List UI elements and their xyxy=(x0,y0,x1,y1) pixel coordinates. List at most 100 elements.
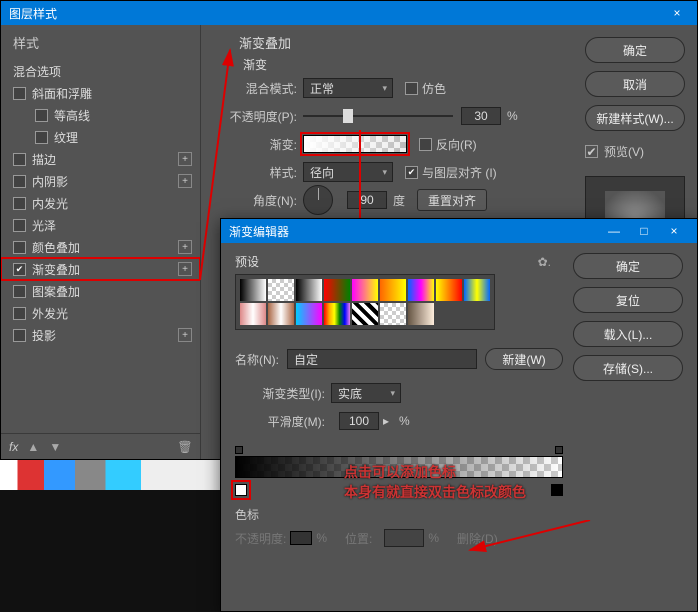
opacity-slider[interactable] xyxy=(303,106,453,126)
color-stop-left[interactable] xyxy=(235,484,247,496)
preset-13[interactable] xyxy=(352,303,378,325)
grad-titlebar[interactable]: 渐变编辑器 — □ × xyxy=(221,219,697,243)
preset-15[interactable] xyxy=(408,303,434,325)
add-icon[interactable]: + xyxy=(178,174,192,188)
angle-dial[interactable] xyxy=(303,185,333,215)
color-stop-right[interactable] xyxy=(551,484,563,496)
name-input[interactable]: 自定 xyxy=(287,349,477,369)
smoothness-label: 平滑度(M): xyxy=(235,413,331,430)
preset-2[interactable] xyxy=(296,279,322,301)
opacity-value[interactable]: 30 xyxy=(461,107,501,125)
gear-icon[interactable]: ✿. xyxy=(538,255,551,269)
blend-mode-select[interactable]: 正常 xyxy=(303,78,393,98)
trash-icon[interactable]: 🗑 xyxy=(178,440,192,454)
preset-14[interactable] xyxy=(380,303,406,325)
opacity-stop-row: 不透明度:% 位置:% 删除(D) xyxy=(235,529,563,547)
dither-checkbox[interactable]: 仿色 xyxy=(405,80,446,97)
preset-11[interactable] xyxy=(296,303,322,325)
new-gradient-button[interactable]: 新建(W) xyxy=(485,348,563,370)
maximize-icon[interactable]: □ xyxy=(629,224,659,238)
preset-4[interactable] xyxy=(352,279,378,301)
checkbox[interactable] xyxy=(13,153,26,166)
checkbox[interactable] xyxy=(13,307,26,320)
checkbox[interactable] xyxy=(13,87,26,100)
grad-load-button[interactable]: 载入(L)... xyxy=(573,321,683,347)
style-label: 样式: xyxy=(217,164,303,181)
style-row-等高线[interactable]: 等高线 xyxy=(1,104,200,126)
checkbox[interactable] xyxy=(13,263,26,276)
dialog-title: 图层样式 xyxy=(9,5,665,22)
opacity-label: 不透明度(P): xyxy=(217,108,303,125)
gradient-bar[interactable] xyxy=(235,456,563,478)
align-checkbox[interactable]: 与图层对齐 (I) xyxy=(405,164,497,181)
gradient-editor-dialog: 渐变编辑器 — □ × 预设 ✿. 名称(N): 自定 新建(W) 渐变类型(I… xyxy=(220,218,698,612)
cancel-button[interactable]: 取消 xyxy=(585,71,685,97)
preset-7[interactable] xyxy=(436,279,462,301)
add-icon[interactable]: + xyxy=(178,262,192,276)
smoothness-value[interactable]: 100 xyxy=(339,412,379,430)
preview-checkbox[interactable]: ✔ 预览(V) xyxy=(585,143,685,160)
style-row-内发光[interactable]: 内发光 xyxy=(1,192,200,214)
preset-12[interactable] xyxy=(324,303,350,325)
presets-grid[interactable] xyxy=(235,274,495,330)
style-row-描边[interactable]: 描边+ xyxy=(1,148,200,170)
fx-icon[interactable]: fx xyxy=(9,440,18,454)
styles-list-panel: 样式 混合选项 斜面和浮雕等高线纹理描边+内阴影+内发光光泽颜色叠加+渐变叠加+… xyxy=(1,25,201,459)
add-icon[interactable]: + xyxy=(178,240,192,254)
presets-label: 预设 xyxy=(235,253,259,270)
grad-type-select[interactable]: 实底 xyxy=(331,383,401,403)
add-icon[interactable]: + xyxy=(178,152,192,166)
grad-save-button[interactable]: 存储(S)... xyxy=(573,355,683,381)
section-title: 渐变叠加 xyxy=(217,33,557,52)
gradient-label: 渐变: xyxy=(217,136,303,153)
grad-close-icon[interactable]: × xyxy=(659,224,689,238)
preset-10[interactable] xyxy=(268,303,294,325)
arrow-up-icon[interactable]: ▲ xyxy=(26,440,40,454)
preset-0[interactable] xyxy=(240,279,266,301)
checkbox[interactable] xyxy=(13,329,26,342)
checkbox[interactable] xyxy=(35,109,48,122)
blend-mode-label: 混合模式: xyxy=(217,80,303,97)
checkbox[interactable] xyxy=(13,241,26,254)
preset-3[interactable] xyxy=(324,279,350,301)
grad-reset-button[interactable]: 复位 xyxy=(573,287,683,313)
checkbox[interactable] xyxy=(13,175,26,188)
style-row-斜面和浮雕[interactable]: 斜面和浮雕 xyxy=(1,82,200,104)
preset-9[interactable] xyxy=(240,303,266,325)
checkbox[interactable] xyxy=(13,197,26,210)
checkbox[interactable] xyxy=(13,219,26,232)
style-row-投影[interactable]: 投影+ xyxy=(1,324,200,346)
preset-1[interactable] xyxy=(268,279,294,301)
gradient-bar-area[interactable] xyxy=(235,446,563,504)
angle-value[interactable]: 90 xyxy=(347,191,387,209)
checkbox[interactable] xyxy=(35,131,48,144)
preset-6[interactable] xyxy=(408,279,434,301)
style-row-图案叠加[interactable]: 图案叠加 xyxy=(1,280,200,302)
preset-5[interactable] xyxy=(380,279,406,301)
style-row-纹理[interactable]: 纹理 xyxy=(1,126,200,148)
close-icon[interactable]: × xyxy=(665,6,689,20)
gradient-swatch[interactable] xyxy=(303,135,407,153)
styles-footer: fx ▲ ▼ 🗑 xyxy=(1,433,200,459)
stops-label: 色标 xyxy=(235,506,563,523)
reverse-checkbox[interactable]: 反向(R) xyxy=(419,136,477,153)
new-style-button[interactable]: 新建样式(W)... xyxy=(585,105,685,131)
style-row-外发光[interactable]: 外发光 xyxy=(1,302,200,324)
reset-align-button[interactable]: 重置对齐 xyxy=(417,189,487,211)
titlebar[interactable]: 图层样式 × xyxy=(1,1,697,25)
style-select[interactable]: 径向 xyxy=(303,162,393,182)
checkbox[interactable] xyxy=(13,285,26,298)
style-row-渐变叠加[interactable]: 渐变叠加+ xyxy=(1,258,200,280)
style-row-颜色叠加[interactable]: 颜色叠加+ xyxy=(1,236,200,258)
background-strip xyxy=(0,460,220,490)
style-row-光泽[interactable]: 光泽 xyxy=(1,214,200,236)
preset-8[interactable] xyxy=(464,279,490,301)
add-icon[interactable]: + xyxy=(178,328,192,342)
background-dark xyxy=(0,490,220,612)
style-row-内阴影[interactable]: 内阴影+ xyxy=(1,170,200,192)
grad-ok-button[interactable]: 确定 xyxy=(573,253,683,279)
minimize-icon[interactable]: — xyxy=(599,224,629,238)
arrow-down-icon[interactable]: ▼ xyxy=(48,440,62,454)
ok-button[interactable]: 确定 xyxy=(585,37,685,63)
blend-options-row[interactable]: 混合选项 xyxy=(1,60,200,82)
